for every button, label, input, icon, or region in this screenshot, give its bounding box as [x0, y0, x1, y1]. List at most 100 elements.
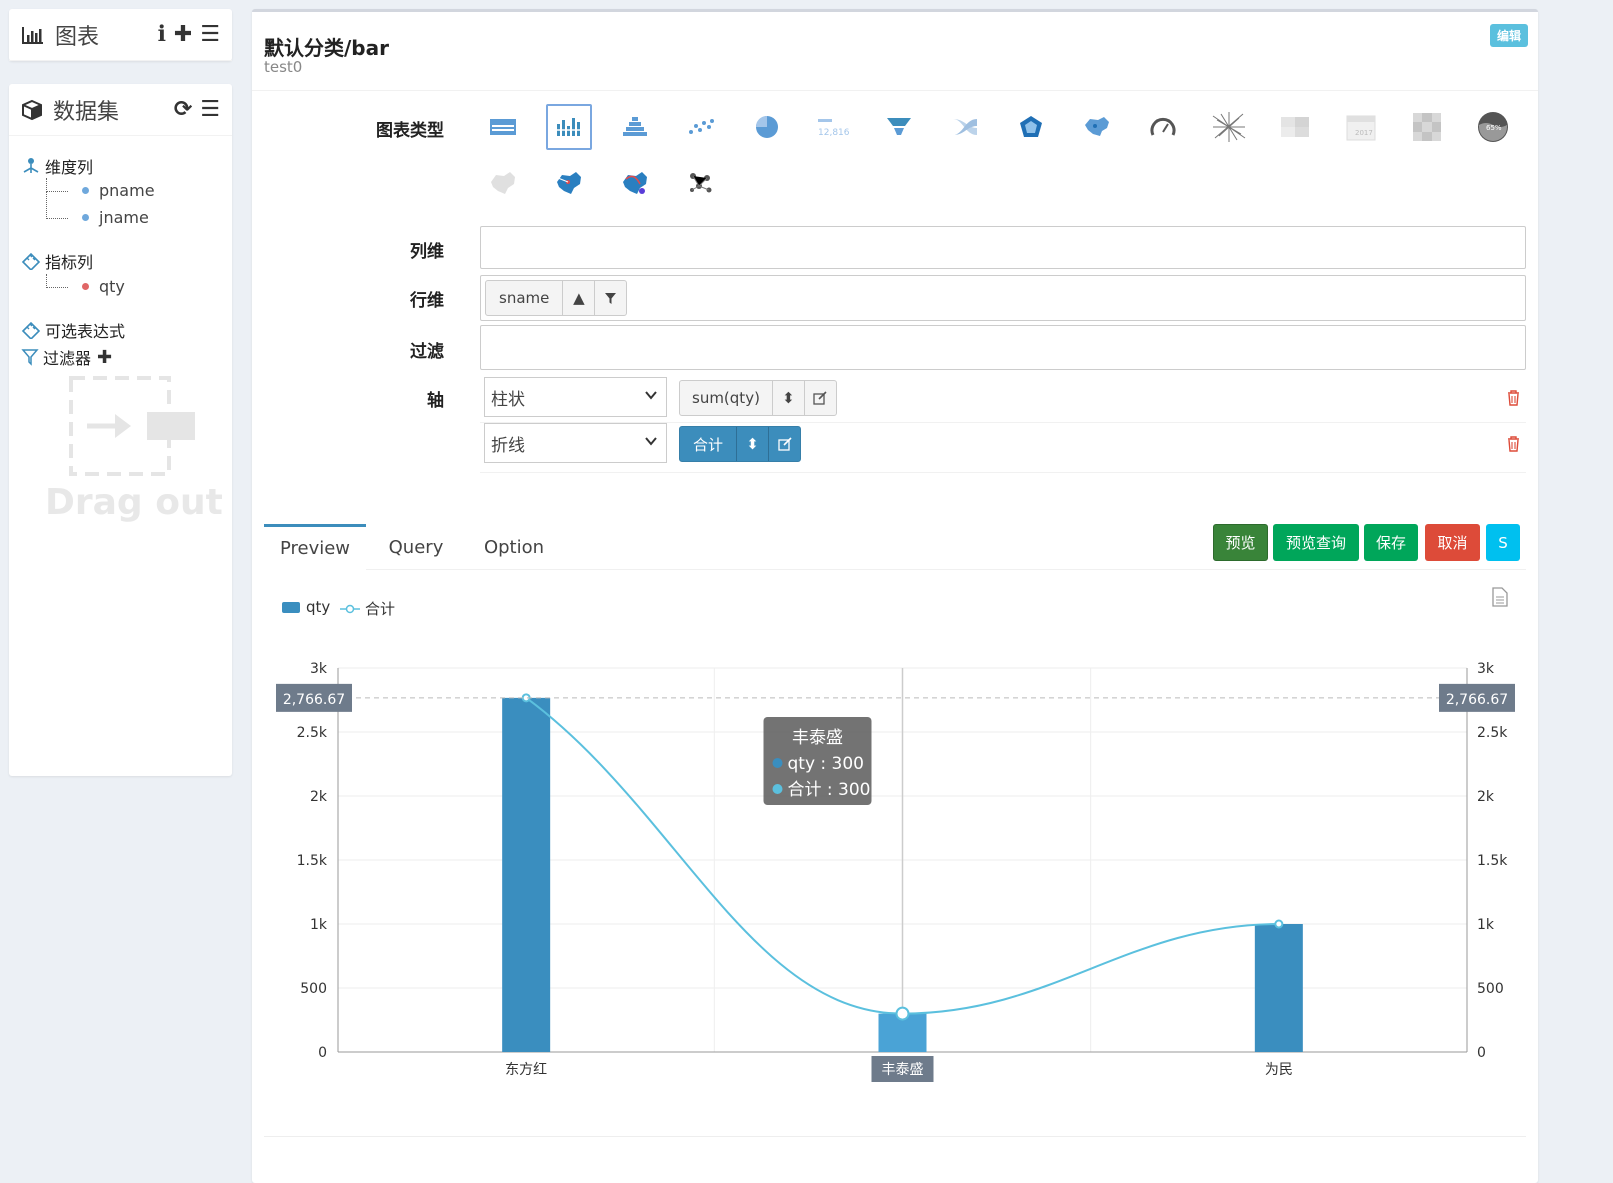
y-axis-right-tick-label: 500 [1477, 981, 1504, 997]
line-point [895, 1006, 910, 1021]
divider [480, 472, 1526, 473]
sankey-chart-icon[interactable] [942, 104, 988, 150]
line-point [1274, 919, 1284, 929]
ruler-icon [21, 252, 41, 270]
y-axis-left-tick-label: 1k [310, 917, 328, 933]
column-dimension-dropzone[interactable] [480, 226, 1526, 269]
china-flow-map-icon[interactable] [612, 160, 658, 206]
axis1-value-pill[interactable]: sum(qty) ⬍ [679, 380, 837, 416]
cancel-button[interactable]: 取消 [1425, 524, 1480, 561]
dimensions-label: 维度列 [45, 158, 94, 177]
sort-asc-icon[interactable]: ▲ [562, 281, 594, 315]
relation-chart-icon[interactable] [678, 160, 724, 206]
axis2-value-name: 合计 [693, 435, 724, 454]
add-filter-icon[interactable]: ✚ [97, 347, 112, 368]
markline-label-right: 2,766.67 [1446, 692, 1508, 708]
widget-title: 默认分类/bar [264, 36, 389, 60]
tooltip-line: 合计 : 300 [788, 780, 871, 800]
edit-button[interactable]: 编辑 [1489, 24, 1528, 47]
dimension-name: jname [99, 208, 149, 227]
y-axis-right-tick-label: 3k [1477, 661, 1495, 677]
tab-query[interactable]: Query [372, 524, 460, 570]
radar-chart-icon[interactable] [1008, 104, 1054, 150]
trash-icon[interactable] [1507, 436, 1520, 456]
row-field-pill[interactable]: sname ▲ [485, 280, 628, 316]
pie-chart-icon[interactable] [744, 104, 790, 150]
expressions-node[interactable]: 可选表达式 [21, 318, 125, 342]
china-scatter-map-icon[interactable] [546, 160, 592, 206]
sort-icon[interactable]: ⬍ [736, 427, 768, 461]
chevron-down-icon [645, 391, 657, 400]
trash-icon[interactable] [1507, 390, 1520, 410]
calendar-icon-text: 2017 [1355, 129, 1373, 137]
info-icon[interactable]: ℹ [157, 22, 165, 47]
measures-node[interactable]: 指标列 [21, 249, 93, 273]
dimensions-node[interactable]: 维度列 [21, 154, 93, 178]
preview-button[interactable]: 预览 [1213, 524, 1268, 561]
y-axis-right-tick-label: 1k [1477, 917, 1495, 933]
filters-node[interactable]: 过滤器 ✚ [21, 345, 112, 369]
dimension-item-jname[interactable]: jname [82, 208, 149, 227]
kpi-icon-text: 12,816 [818, 128, 850, 138]
scatter-chart-icon[interactable] [678, 104, 724, 150]
kpi-chart-icon[interactable]: 12,816 [810, 104, 856, 150]
chart-canvas[interactable]: 0 0 500 500 1k 1k 1.5k 1.5k 2k 2k 2.5k 2.5k 3k 3k 东方红 丰… [252, 612, 1538, 1142]
measures-label: 指标列 [45, 253, 94, 272]
map-chart-icon[interactable] [1074, 104, 1120, 150]
row-dimension-label: 行维 [410, 291, 444, 311]
filter-icon [21, 349, 39, 366]
column-dimension-label: 列维 [410, 242, 444, 262]
filter-dropzone[interactable] [480, 325, 1526, 370]
measure-name: qty [99, 277, 125, 296]
tab-preview[interactable]: Preview [264, 524, 366, 570]
filter-icon[interactable] [594, 281, 626, 315]
refresh-icon[interactable]: ⟳ [174, 97, 192, 122]
add-icon[interactable]: ✚ [174, 22, 192, 47]
sort-icon[interactable]: ⬍ [771, 381, 804, 415]
menu-icon[interactable]: ☰ [200, 97, 220, 122]
axis2-type-value: 折线 [491, 435, 525, 456]
axis1-type-select[interactable]: 柱状 [484, 377, 667, 417]
china-map-chart-icon[interactable] [480, 160, 526, 206]
stacked-bar-chart-icon[interactable] [612, 104, 658, 150]
cube-icon [22, 99, 42, 120]
gauge-chart-icon[interactable] [1140, 104, 1186, 150]
data-view-icon[interactable] [1492, 587, 1508, 607]
heatmap-chart-icon[interactable] [1272, 104, 1318, 150]
tooltip-marker [772, 784, 783, 794]
sitemap-icon [23, 158, 39, 173]
s-button[interactable]: S [1486, 524, 1520, 561]
divider [264, 1136, 1526, 1137]
tooltip-line: qty : 300 [788, 754, 865, 774]
bar [502, 697, 551, 1052]
table-chart-icon[interactable] [480, 104, 526, 150]
measure-item-qty[interactable]: qty [82, 277, 125, 296]
divider [252, 90, 1538, 91]
axis1-value-name: sum(qty) [692, 389, 760, 407]
liquidfill-chart-icon[interactable]: 65% [1470, 104, 1516, 150]
bar [1254, 924, 1303, 1052]
y-axis-left-tick-label: 0 [318, 1045, 327, 1061]
y-axis-left-tick-label: 3k [310, 661, 328, 677]
menu-icon[interactable]: ☰ [200, 22, 220, 47]
axis2-value-pill[interactable]: 合计 ⬍ [679, 426, 802, 462]
bar-chart-type-icon[interactable] [546, 104, 592, 150]
dataset-panel: 数据集 ⟳ ☰ 维度列 pname jname 指标列 qty 可选表达式 过滤… [9, 84, 232, 776]
y-axis-left-tick-label: 1.5k [297, 853, 328, 869]
x-axis-tick-label: 丰泰盛 [882, 1062, 924, 1078]
preview-query-button[interactable]: 预览查询 [1273, 524, 1359, 561]
legend-swatch [282, 601, 300, 613]
tab-option[interactable]: Option [466, 524, 562, 570]
save-button[interactable]: 保存 [1364, 524, 1418, 561]
treemap-chart-icon[interactable] [1404, 104, 1450, 150]
row-dimension-dropzone[interactable] [480, 275, 1526, 321]
axis2-type-select[interactable]: 折线 [484, 423, 667, 463]
funnel-chart-icon[interactable] [876, 104, 922, 150]
expressions-label: 可选表达式 [45, 322, 126, 341]
dimension-item-pname[interactable]: pname [82, 181, 155, 200]
edit-icon[interactable] [803, 381, 836, 415]
calendar-chart-icon[interactable]: 2017 [1338, 104, 1384, 150]
edit-icon[interactable] [768, 427, 800, 461]
wordcloud-chart-icon[interactable] [1206, 104, 1252, 150]
charts-panel-header: 图表 ℹ ✚ ☰ [9, 9, 232, 61]
